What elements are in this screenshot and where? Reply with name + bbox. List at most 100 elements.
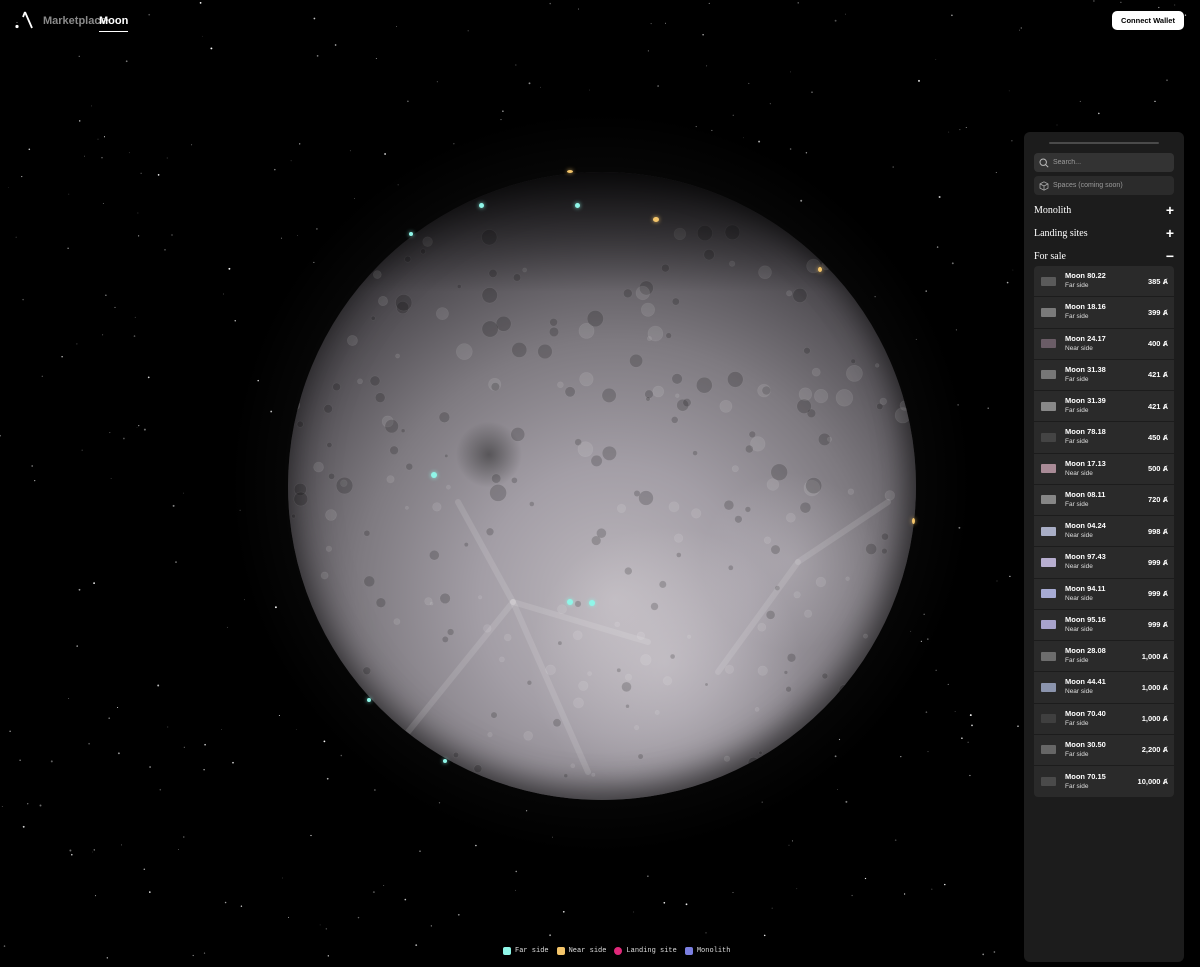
plus-icon[interactable]: + — [1166, 203, 1174, 217]
crater — [328, 472, 335, 480]
star — [183, 746, 185, 748]
plot-thumbnail — [1041, 557, 1056, 567]
plot-marker-far-side[interactable] — [431, 472, 437, 478]
crater — [447, 628, 455, 636]
sale-list-item[interactable]: Moon 44.41 Near side 1,000 Ⱥ — [1034, 672, 1174, 704]
sale-list-item[interactable]: Moon 31.38 Far side 421 Ⱥ — [1034, 360, 1174, 391]
star — [467, 30, 469, 32]
drag-handle[interactable] — [1049, 142, 1159, 144]
star — [515, 870, 517, 873]
crater — [897, 677, 909, 689]
price-value: 2,200 — [1141, 745, 1161, 755]
sale-list-item[interactable]: Moon 80.22 Far side 385 Ⱥ — [1034, 266, 1174, 298]
crater — [671, 373, 683, 385]
crater — [335, 477, 354, 495]
star — [71, 853, 73, 856]
legend-far-side: Far side — [503, 947, 549, 955]
nav-moon-link[interactable]: Moon — [99, 15, 129, 32]
star — [148, 13, 151, 16]
crater — [400, 428, 406, 433]
search-field[interactable] — [1034, 153, 1174, 172]
star — [705, 932, 707, 934]
crater — [487, 731, 493, 738]
crater — [625, 704, 630, 709]
item-text: Moon 04.24 Near side — [1065, 521, 1148, 541]
logo-icon[interactable] — [14, 11, 34, 29]
sale-list-item[interactable]: Moon 70.40 Far side 1,000 Ⱥ — [1034, 704, 1174, 735]
section-monolith[interactable]: Monolith + — [1034, 203, 1174, 217]
plot-marker-near-side[interactable] — [567, 170, 573, 173]
crater-ray — [455, 499, 516, 605]
star — [562, 910, 565, 913]
crater — [363, 575, 376, 588]
star — [982, 953, 985, 956]
star — [21, 176, 23, 178]
sale-list-item[interactable]: Moon 08.11 Far side 720 Ⱥ — [1034, 485, 1174, 516]
item-side: Near side — [1065, 625, 1093, 633]
crater — [405, 463, 414, 471]
plot-marker-near-side[interactable] — [818, 267, 822, 272]
crater-ray — [405, 599, 516, 735]
crater — [811, 367, 821, 377]
star — [633, 911, 635, 913]
sale-list-item[interactable]: Moon 95.16 Near side 999 Ⱥ — [1034, 610, 1174, 641]
plot-marker-far-side[interactable] — [567, 599, 573, 605]
sale-list-item[interactable]: Moon 94.11 Near side 999 Ⱥ — [1034, 579, 1174, 610]
sale-list-item[interactable]: Moon 24.17 Near side 400 Ⱥ — [1034, 329, 1174, 360]
crater — [906, 774, 912, 780]
item-text: Moon 70.40 Far side — [1065, 709, 1142, 729]
star — [288, 916, 290, 918]
plot-marker-near-side[interactable] — [653, 217, 659, 222]
sale-list-item[interactable]: Moon 31.39 Far side 421 Ⱥ — [1034, 391, 1174, 423]
star — [147, 376, 150, 379]
plot-marker-far-side[interactable] — [589, 600, 595, 606]
star — [76, 343, 78, 345]
item-text: Moon 44.41 Near side — [1065, 677, 1142, 697]
item-side: Far side — [1065, 438, 1089, 446]
star — [987, 407, 989, 409]
plot-marker-far-side[interactable] — [367, 698, 371, 702]
plot-marker-far-side[interactable] — [443, 759, 447, 763]
star — [68, 698, 70, 699]
plot-marker-far-side[interactable] — [575, 203, 580, 208]
connect-wallet-button[interactable]: Connect Wallet — [1112, 11, 1184, 30]
plus-icon[interactable]: + — [1166, 226, 1174, 240]
sale-list-item[interactable]: Moon 28.08 Far side 1,000 Ⱥ — [1034, 641, 1174, 673]
star — [811, 91, 813, 94]
sale-list-item[interactable]: Moon 97.43 Near side 999 Ⱥ — [1034, 547, 1174, 579]
crater — [570, 763, 576, 769]
plot-marker-far-side[interactable] — [409, 232, 413, 236]
currency-icon: Ⱥ — [1162, 370, 1168, 380]
search-input[interactable] — [1053, 159, 1163, 166]
item-text: Moon 08.11 Far side — [1065, 490, 1148, 510]
section-for-sale[interactable]: For sale − — [1034, 249, 1174, 263]
item-price: 10,000 Ⱥ — [1138, 777, 1168, 786]
item-text: Moon 78.18 Far side — [1065, 427, 1148, 447]
star — [61, 356, 63, 358]
star — [935, 669, 937, 671]
sale-list-item[interactable]: Moon 04.24 Near side 998 Ⱥ — [1034, 516, 1174, 548]
sale-list-item[interactable]: Moon 17.13 Near side 500 Ⱥ — [1034, 454, 1174, 485]
minus-icon[interactable]: − — [1166, 249, 1174, 263]
star — [528, 82, 531, 85]
nav-marketplace-link[interactable]: Marketplace — [43, 15, 107, 27]
plot-marker-near-side[interactable] — [912, 518, 915, 524]
plot-marker-far-side[interactable] — [479, 203, 484, 208]
crater — [384, 419, 399, 434]
star — [125, 60, 128, 63]
moon-globe[interactable] — [288, 172, 916, 800]
crater — [682, 398, 692, 407]
star — [281, 877, 283, 879]
crater — [572, 630, 583, 641]
sale-list-item[interactable]: Moon 70.15 Far side 10,000 Ⱥ — [1034, 766, 1174, 797]
sale-list-item[interactable]: Moon 30.50 Far side 2,200 Ⱥ — [1034, 735, 1174, 766]
sale-list-item[interactable]: Moon 78.18 Far side 450 Ⱥ — [1034, 422, 1174, 454]
crater — [370, 315, 376, 321]
section-landing-sites[interactable]: Landing sites + — [1034, 226, 1174, 240]
star — [1079, 100, 1081, 102]
crater — [491, 473, 502, 484]
sale-list-item[interactable]: Moon 18.16 Far side 399 Ⱥ — [1034, 297, 1174, 329]
plot-thumbnail — [1041, 464, 1056, 474]
star — [109, 432, 111, 434]
cube-icon — [1039, 180, 1049, 191]
